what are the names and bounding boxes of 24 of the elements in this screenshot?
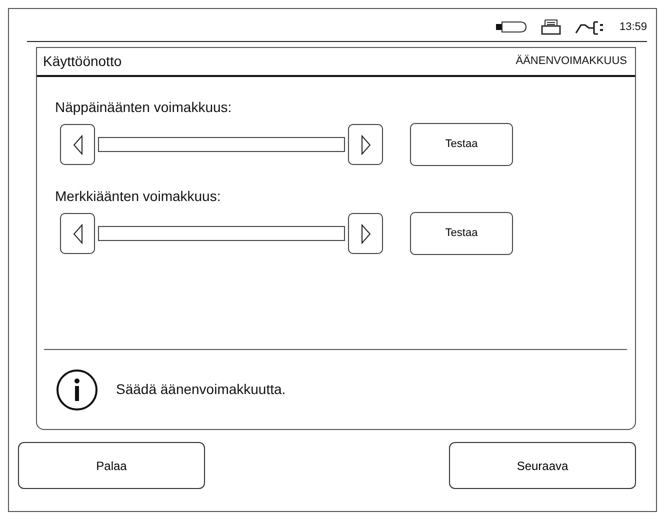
- nav-button[interactable]: Seuraava: [449, 442, 636, 489]
- clock-time: 13:59: [619, 20, 647, 35]
- info-message: Säädä äänenvoimakkuutta.: [116, 380, 286, 399]
- decrease-button[interactable]: [60, 124, 95, 165]
- nav-button[interactable]: Palaa: [18, 442, 205, 489]
- info-icon: [56, 368, 98, 410]
- increase-button[interactable]: [348, 124, 383, 165]
- right-triangle-icon: [360, 134, 370, 154]
- usb-stick-icon: [495, 21, 528, 33]
- printer-icon: [541, 19, 562, 35]
- left-triangle-icon: [72, 134, 82, 154]
- right-triangle-icon: [360, 224, 370, 244]
- panel-title: Käyttöönotto: [43, 52, 122, 71]
- test-button[interactable]: Testaa: [410, 123, 513, 166]
- network-plug-icon: [575, 19, 606, 35]
- volume-slider[interactable]: [98, 226, 345, 241]
- test-button[interactable]: Testaa: [410, 212, 513, 255]
- slider-label: Näppäinäänten voimakkuus:: [55, 99, 233, 115]
- section-title: ÄÄNENVOIMAKKUUS: [516, 54, 627, 70]
- decrease-button[interactable]: [60, 213, 95, 254]
- increase-button[interactable]: [348, 213, 383, 254]
- left-triangle-icon: [72, 224, 82, 244]
- volume-slider[interactable]: [98, 137, 345, 152]
- slider-label: Merkkiäänten voimakkuus:: [55, 188, 222, 204]
